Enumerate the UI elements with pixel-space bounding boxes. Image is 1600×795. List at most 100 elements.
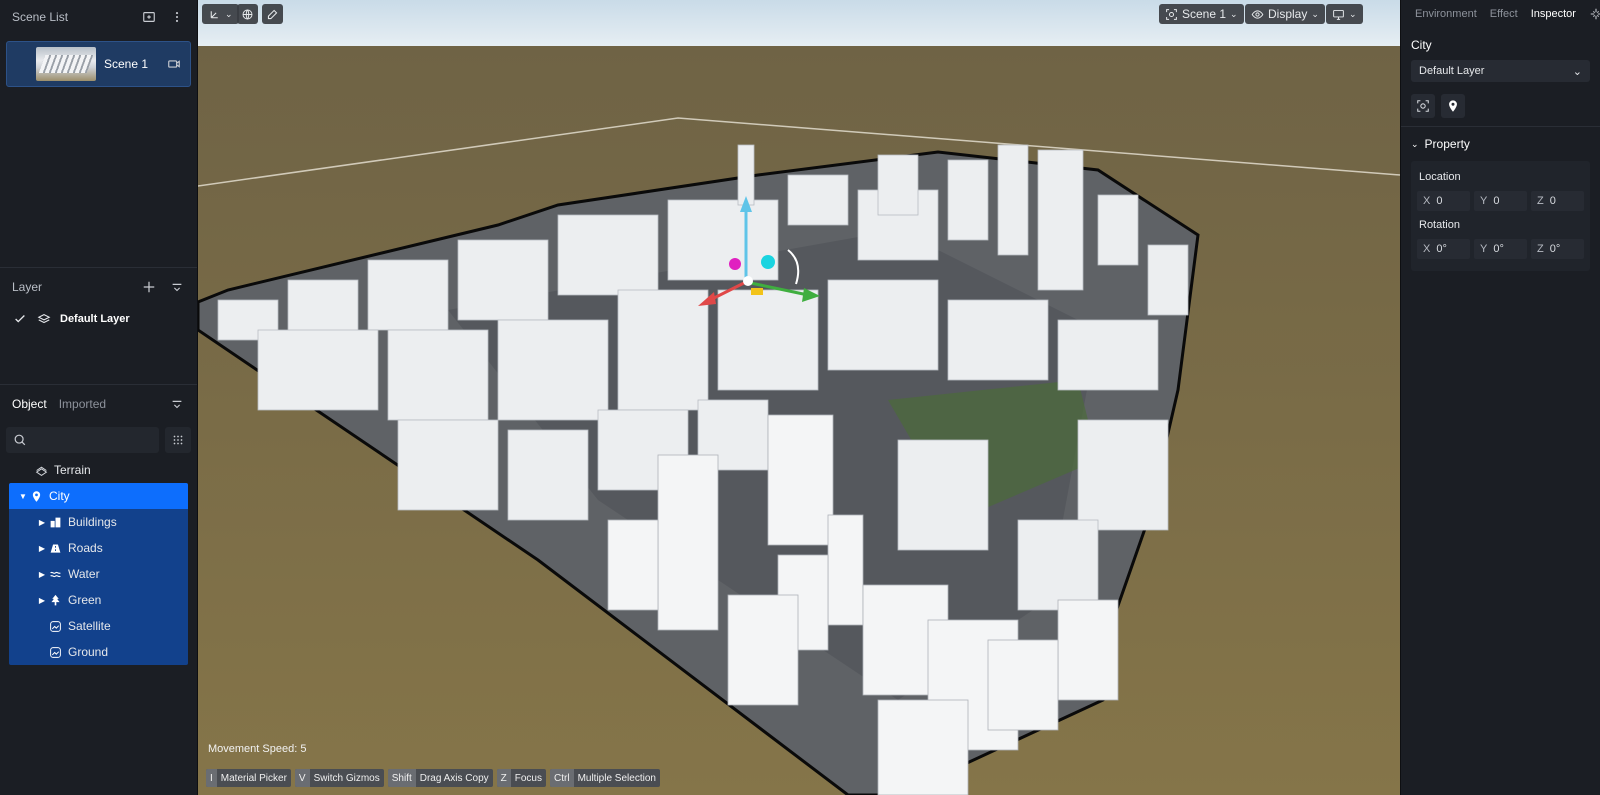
chevron-down-icon: ⌄ — [225, 8, 233, 19]
location-pin-icon — [29, 489, 43, 503]
city-scene-render — [198, 0, 1400, 795]
tree-item-city[interactable]: ▼ City — [9, 483, 188, 509]
tree-item-green[interactable]: ▶ Green — [9, 587, 188, 613]
satellite-icon — [48, 619, 62, 633]
tree-item-roads[interactable]: ▶ Roads — [9, 535, 188, 561]
tab-effect[interactable]: Effect — [1490, 8, 1518, 20]
expand-caret-icon[interactable]: ▶ — [36, 544, 48, 553]
tab-inspector[interactable]: Inspector — [1531, 8, 1576, 20]
camera-mode-button[interactable]: ⌄ — [1326, 4, 1363, 24]
location-pin-icon — [1449, 100, 1457, 112]
expand-caret-icon[interactable]: ▶ — [36, 570, 48, 579]
rotation-x-field[interactable]: X 0° — [1417, 239, 1470, 259]
expand-caret-icon[interactable]: ▶ — [36, 518, 48, 527]
tree-item-buildings[interactable]: ▶ Buildings — [9, 509, 188, 535]
layer-name: Default Layer — [60, 313, 130, 325]
road-icon — [48, 541, 62, 555]
search-icon — [12, 432, 28, 448]
left-panel: Scene List Scene 1 Layer Default Layer O… — [0, 0, 198, 795]
location-label: Location — [1419, 171, 1461, 183]
grid-view-button[interactable] — [165, 427, 191, 453]
object-tree: Terrain ▼ City ▶ Buildings ▶ Roads ▶ Wat… — [0, 457, 197, 665]
shortcut-bar: I Material Picker V Switch Gizmos Shift Dra… — [206, 769, 660, 787]
tree-item-water[interactable]: ▶ Water — [9, 561, 188, 587]
object-header: Object Imported — [0, 385, 197, 423]
add-layer-icon[interactable] — [141, 279, 157, 295]
right-tabs: Environment Effect Inspector — [1401, 0, 1600, 28]
picker-button[interactable] — [262, 4, 283, 24]
globe-button[interactable] — [237, 4, 258, 24]
chevron-down-icon: ⌄ — [1311, 8, 1319, 19]
rotation-label: Rotation — [1419, 219, 1460, 231]
shortcut-switch-gizmos: V Switch Gizmos — [294, 769, 384, 787]
tree-item-satellite[interactable]: Satellite — [9, 613, 188, 639]
check-icon[interactable] — [12, 311, 28, 327]
scene-list-title: Scene List — [12, 10, 69, 24]
focus-object-button[interactable] — [1411, 94, 1435, 118]
focus-frame-icon — [1166, 8, 1177, 20]
more-options-icon[interactable] — [169, 9, 185, 25]
scene-select[interactable]: Scene 1 ⌄ — [1159, 4, 1244, 24]
transform-mode-button[interactable]: ⌄ — [202, 4, 239, 24]
globe-icon — [242, 9, 253, 19]
transform-axes-icon — [210, 10, 218, 18]
tab-environment[interactable]: Environment — [1415, 8, 1477, 20]
scene-item-scene-1[interactable]: Scene 1 — [6, 41, 191, 87]
city-group: ▼ City ▶ Buildings ▶ Roads ▶ Water ▶ Gre… — [9, 483, 188, 665]
locate-button[interactable] — [1441, 94, 1465, 118]
layer-title: Layer — [12, 280, 43, 294]
filter-icon[interactable] — [169, 279, 185, 295]
3d-viewport[interactable]: ⌄ Scene 1 ⌄ Display ⌄ ⌄ Movement Speed: … — [198, 0, 1400, 795]
location-fields: X0 Y0 Z0 — [1417, 191, 1584, 211]
scene-thumbnail — [36, 47, 96, 81]
right-panel: Environment Effect Inspector City Defaul… — [1400, 0, 1600, 795]
inspector-object-name: City — [1411, 38, 1432, 52]
tab-object[interactable]: Object — [12, 397, 47, 411]
chevron-down-icon: ⌄ — [1349, 8, 1357, 19]
shortcut-material-picker: I Material Picker — [206, 769, 291, 787]
layer-select[interactable]: Default Layer ⌄ — [1411, 60, 1590, 82]
eyedropper-icon — [267, 9, 278, 19]
location-y-field[interactable]: Y0 — [1474, 191, 1527, 211]
rotation-fields: X 0° Y 0° Z 0° — [1417, 239, 1584, 259]
sparkle-icon[interactable] — [1589, 6, 1600, 22]
filter-icon[interactable] — [169, 396, 185, 412]
terrain-icon — [34, 463, 48, 477]
grid-icon — [170, 432, 186, 448]
focus-frame-icon — [1417, 100, 1429, 112]
tree-item-ground[interactable]: Ground — [9, 639, 188, 665]
chevron-down-icon: ⌄ — [1572, 65, 1582, 78]
tree-icon — [48, 593, 62, 607]
layer-item-default[interactable]: Default Layer — [0, 306, 197, 332]
chevron-down-icon: ⌄ — [1230, 8, 1238, 19]
scene-name: Scene 1 — [104, 57, 149, 71]
shortcut-multiple-selection: Ctrl Multiple Selection — [550, 769, 660, 787]
property-box: Location X0 Y0 Z0 Rotation X 0° Y 0° Z 0° — [1411, 161, 1590, 271]
location-z-field[interactable]: Z0 — [1531, 191, 1584, 211]
ground-icon — [48, 645, 62, 659]
camera-screen-icon — [1333, 9, 1344, 20]
tab-imported[interactable]: Imported — [59, 397, 106, 411]
property-section-header[interactable]: ⌄ Property — [1401, 127, 1600, 157]
scene-list-header: Scene List — [0, 0, 197, 34]
object-search-input[interactable] — [6, 427, 159, 453]
chevron-down-icon: ⌄ — [1411, 138, 1419, 149]
object-search-row — [0, 427, 197, 453]
rotation-y-field[interactable]: Y 0° — [1474, 239, 1527, 259]
layer-header: Layer — [0, 268, 197, 306]
camera-icon[interactable] — [166, 56, 182, 72]
buildings-icon — [48, 515, 62, 529]
display-button[interactable]: Display ⌄ — [1245, 4, 1325, 24]
rotation-z-field[interactable]: Z 0° — [1531, 239, 1584, 259]
layers-icon — [36, 311, 52, 327]
add-scene-icon[interactable] — [141, 9, 157, 25]
inspector-actions — [1401, 86, 1600, 126]
shortcut-drag-axis-copy: Shift Drag Axis Copy — [387, 769, 493, 787]
expand-caret-icon[interactable]: ▼ — [17, 492, 29, 501]
tree-item-terrain[interactable]: Terrain — [0, 457, 197, 483]
water-icon — [48, 567, 62, 581]
eye-icon — [1251, 9, 1264, 19]
expand-caret-icon[interactable]: ▶ — [36, 596, 48, 605]
shortcut-focus: Z Focus — [496, 769, 546, 787]
location-x-field[interactable]: X0 — [1417, 191, 1470, 211]
